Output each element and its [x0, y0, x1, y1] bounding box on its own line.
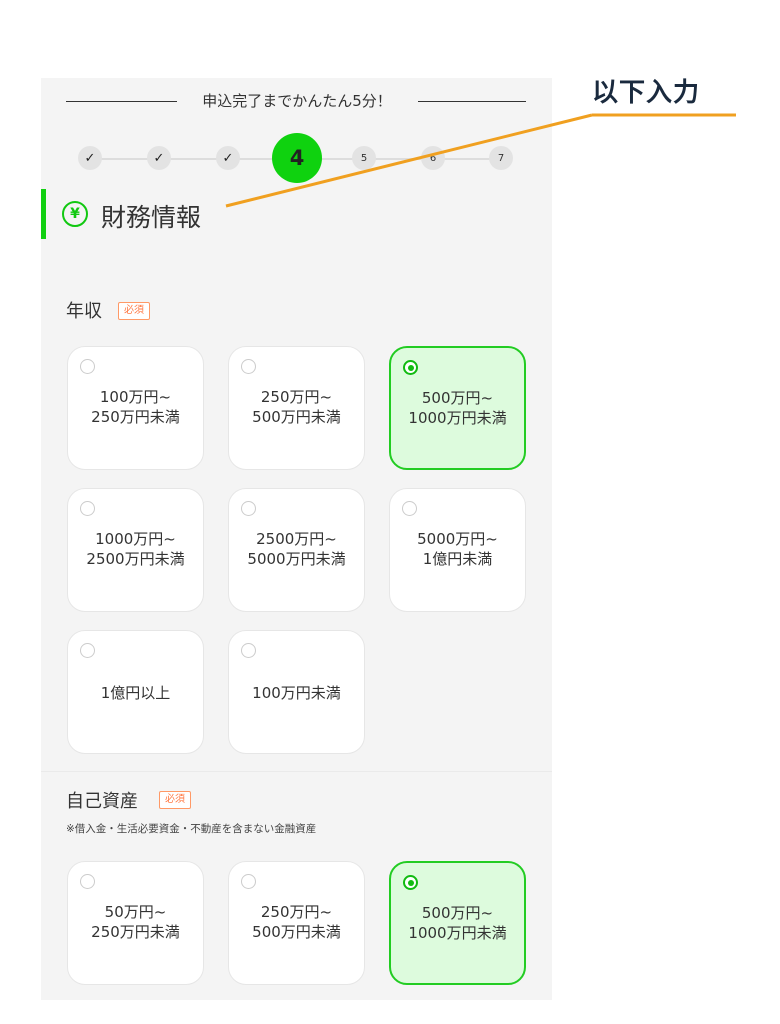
annotation-pointer-line	[225, 113, 593, 208]
annotation-arrow	[225, 113, 736, 208]
annotation-label: 以下入力	[592, 78, 701, 108]
